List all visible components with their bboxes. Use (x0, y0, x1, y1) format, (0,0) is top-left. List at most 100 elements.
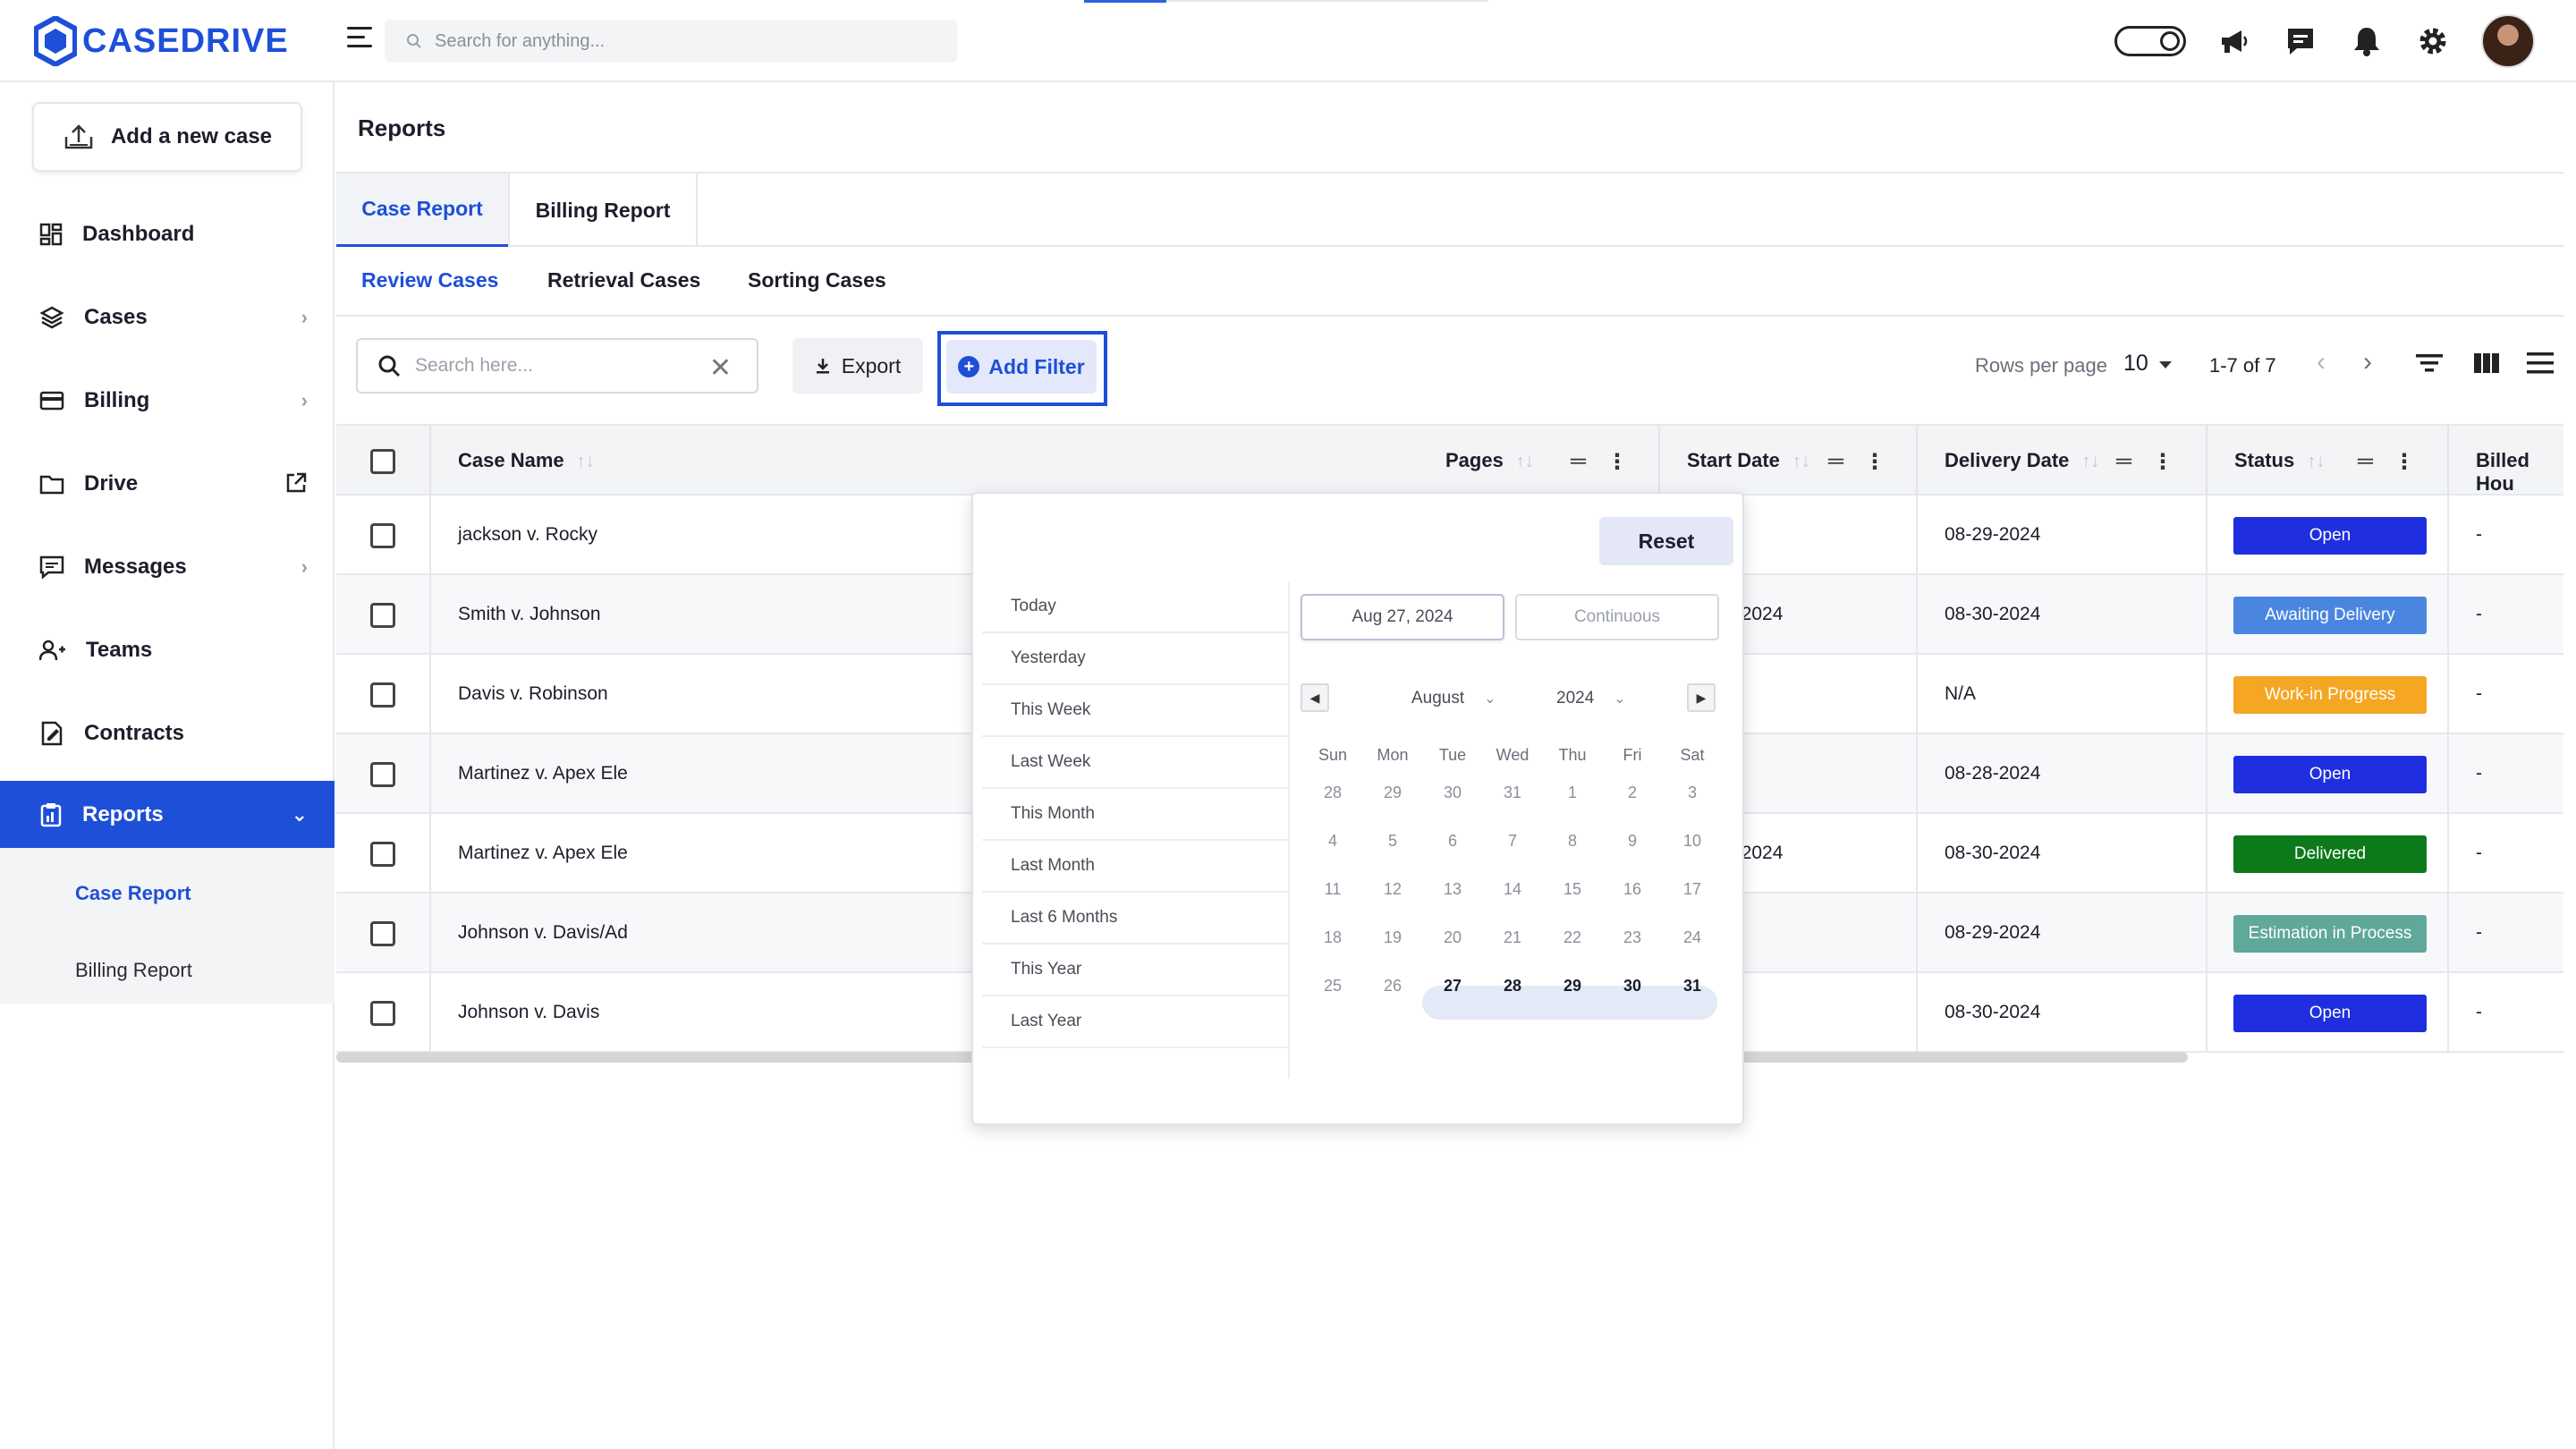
case-name-cell[interactable]: Martinez v. Apex Ele (458, 843, 628, 864)
date-preset-option[interactable]: Yesterday (982, 633, 1288, 685)
sort-icon[interactable]: ↑↓ (1516, 452, 1534, 471)
date-preset-option[interactable]: Last Week (982, 737, 1288, 789)
calendar-day[interactable]: 6 (1426, 825, 1479, 857)
row-checkbox[interactable] (370, 1001, 395, 1026)
calendar-day[interactable]: 31 (1665, 970, 1719, 1002)
date-preset-option[interactable]: This Week (982, 685, 1288, 737)
column-drag-icon[interactable]: ═ (2358, 449, 2374, 474)
calendar-day[interactable]: 7 (1486, 825, 1539, 857)
sidebar-item-drive[interactable]: Drive (0, 450, 335, 518)
sidebar-item-billing[interactable]: Billing › (0, 367, 335, 435)
column-header-pages[interactable]: Pages ↑↓ (1445, 449, 1534, 472)
calendar-day[interactable]: 9 (1606, 825, 1659, 857)
calendar-day[interactable]: 18 (1306, 921, 1360, 953)
clear-search-icon[interactable]: ✕ (709, 352, 732, 384)
calendar-day[interactable]: 22 (1546, 921, 1599, 953)
calendar-day[interactable]: 28 (1486, 970, 1539, 1002)
filter-lines-icon[interactable] (2413, 347, 2445, 379)
export-button[interactable]: Export (792, 338, 923, 394)
calendar-day[interactable]: 21 (1486, 921, 1539, 953)
calendar-day[interactable]: 29 (1546, 970, 1599, 1002)
sidebar-item-reports[interactable]: Reports ⌄ (0, 781, 335, 849)
case-name-cell[interactable]: jackson v. Rocky (458, 524, 597, 546)
row-checkbox[interactable] (370, 842, 395, 867)
tab-retrieval-cases[interactable]: Retrieval Cases (547, 268, 700, 292)
month-select[interactable]: August ⌄ (1411, 689, 1496, 708)
calendar-day[interactable]: 29 (1366, 776, 1419, 809)
calendar-day[interactable]: 24 (1665, 921, 1719, 953)
calendar-day[interactable]: 28 (1306, 776, 1360, 809)
column-menu-icon[interactable]: ⋮ (1606, 449, 1629, 475)
calendar-day[interactable]: 25 (1306, 970, 1360, 1002)
calendar-day[interactable]: 5 (1366, 825, 1419, 857)
user-avatar[interactable] (2481, 14, 2535, 68)
calendar-day[interactable]: 20 (1426, 921, 1479, 953)
sidebar-item-cases[interactable]: Cases › (0, 284, 335, 352)
column-header-billed-hours[interactable]: Billed Hou (2476, 449, 2563, 496)
row-checkbox[interactable] (370, 682, 395, 708)
column-menu-icon[interactable]: ⋮ (1864, 449, 1886, 475)
add-filter-button[interactable]: + Add Filter (946, 340, 1097, 394)
calendar-day[interactable]: 17 (1665, 873, 1719, 905)
calendar-day[interactable]: 11 (1306, 873, 1360, 905)
calendar-day[interactable]: 13 (1426, 873, 1479, 905)
columns-icon[interactable] (2470, 347, 2503, 379)
column-menu-icon[interactable]: ⋮ (2152, 449, 2174, 475)
brand-logo[interactable]: CASEDRIVE (34, 14, 289, 68)
calendar-day[interactable]: 23 (1606, 921, 1659, 953)
case-name-cell[interactable]: Martinez v. Apex Ele (458, 763, 628, 784)
reset-button[interactable]: Reset (1599, 517, 1733, 565)
column-drag-icon[interactable]: ═ (1828, 449, 1844, 474)
sidebar-item-teams[interactable]: Teams (0, 616, 335, 684)
calendar-day[interactable]: 26 (1366, 970, 1419, 1002)
tab-case-report[interactable]: Case Report (336, 174, 508, 247)
table-search-input[interactable]: Search here... ✕ (356, 338, 758, 394)
caret-down-icon[interactable] (2159, 361, 2172, 369)
column-header-case-name[interactable]: Case Name ↑↓ (458, 449, 595, 472)
date-preset-option[interactable]: Today (982, 581, 1288, 633)
chat-icon[interactable] (2283, 23, 2318, 59)
date-preset-option[interactable]: Last Year (982, 996, 1288, 1048)
row-checkbox[interactable] (370, 921, 395, 946)
calendar-day[interactable]: 31 (1486, 776, 1539, 809)
sidebar-item-contracts[interactable]: Contracts (0, 699, 335, 767)
column-header-start-date[interactable]: Start Date ↑↓ (1687, 449, 1810, 472)
column-drag-icon[interactable]: ═ (2116, 449, 2132, 474)
select-all-checkbox[interactable] (370, 449, 395, 474)
calendar-day[interactable]: 30 (1426, 776, 1479, 809)
sidebar-item-dashboard[interactable]: Dashboard (0, 200, 335, 268)
date-preset-option[interactable]: Last 6 Months (982, 893, 1288, 945)
row-checkbox[interactable] (370, 523, 395, 548)
megaphone-icon[interactable] (2216, 23, 2252, 59)
calendar-day[interactable]: 30 (1606, 970, 1659, 1002)
next-month-icon[interactable]: ▶ (1687, 683, 1716, 712)
calendar-day[interactable]: 19 (1366, 921, 1419, 953)
calendar-day[interactable]: 27 (1426, 970, 1479, 1002)
calendar-day[interactable]: 10 (1665, 825, 1719, 857)
calendar-day[interactable]: 12 (1366, 873, 1419, 905)
density-icon[interactable] (2524, 347, 2556, 379)
sort-icon[interactable]: ↑↓ (2081, 452, 2099, 471)
tab-billing-report[interactable]: Billing Report (508, 174, 698, 247)
previous-page-icon[interactable]: ‹ (2317, 347, 2326, 377)
date-preset-option[interactable]: This Month (982, 789, 1288, 841)
case-name-cell[interactable]: Johnson v. Davis (458, 1002, 599, 1023)
next-page-icon[interactable]: › (2363, 347, 2372, 377)
row-checkbox[interactable] (370, 762, 395, 787)
sidebar-item-messages[interactable]: Messages › (0, 533, 335, 601)
add-new-case-button[interactable]: Add a new case (32, 102, 302, 172)
date-preset-option[interactable]: Last Month (982, 841, 1288, 893)
sort-icon[interactable]: ↑↓ (577, 452, 595, 471)
bell-icon[interactable] (2349, 23, 2385, 59)
calendar-day[interactable]: 15 (1546, 873, 1599, 905)
column-drag-icon[interactable]: ═ (1571, 449, 1587, 474)
date-preset-option[interactable]: This Year (982, 945, 1288, 996)
start-date-field[interactable]: Aug 27, 2024 (1301, 594, 1504, 640)
sort-icon[interactable]: ↑↓ (2307, 452, 2325, 471)
end-date-field[interactable]: Continuous (1515, 594, 1719, 640)
case-name-cell[interactable]: Davis v. Robinson (458, 683, 608, 705)
case-name-cell[interactable]: Smith v. Johnson (458, 604, 601, 625)
calendar-day[interactable]: 8 (1546, 825, 1599, 857)
tab-review-cases[interactable]: Review Cases (361, 268, 498, 292)
theme-toggle[interactable] (2114, 26, 2186, 56)
